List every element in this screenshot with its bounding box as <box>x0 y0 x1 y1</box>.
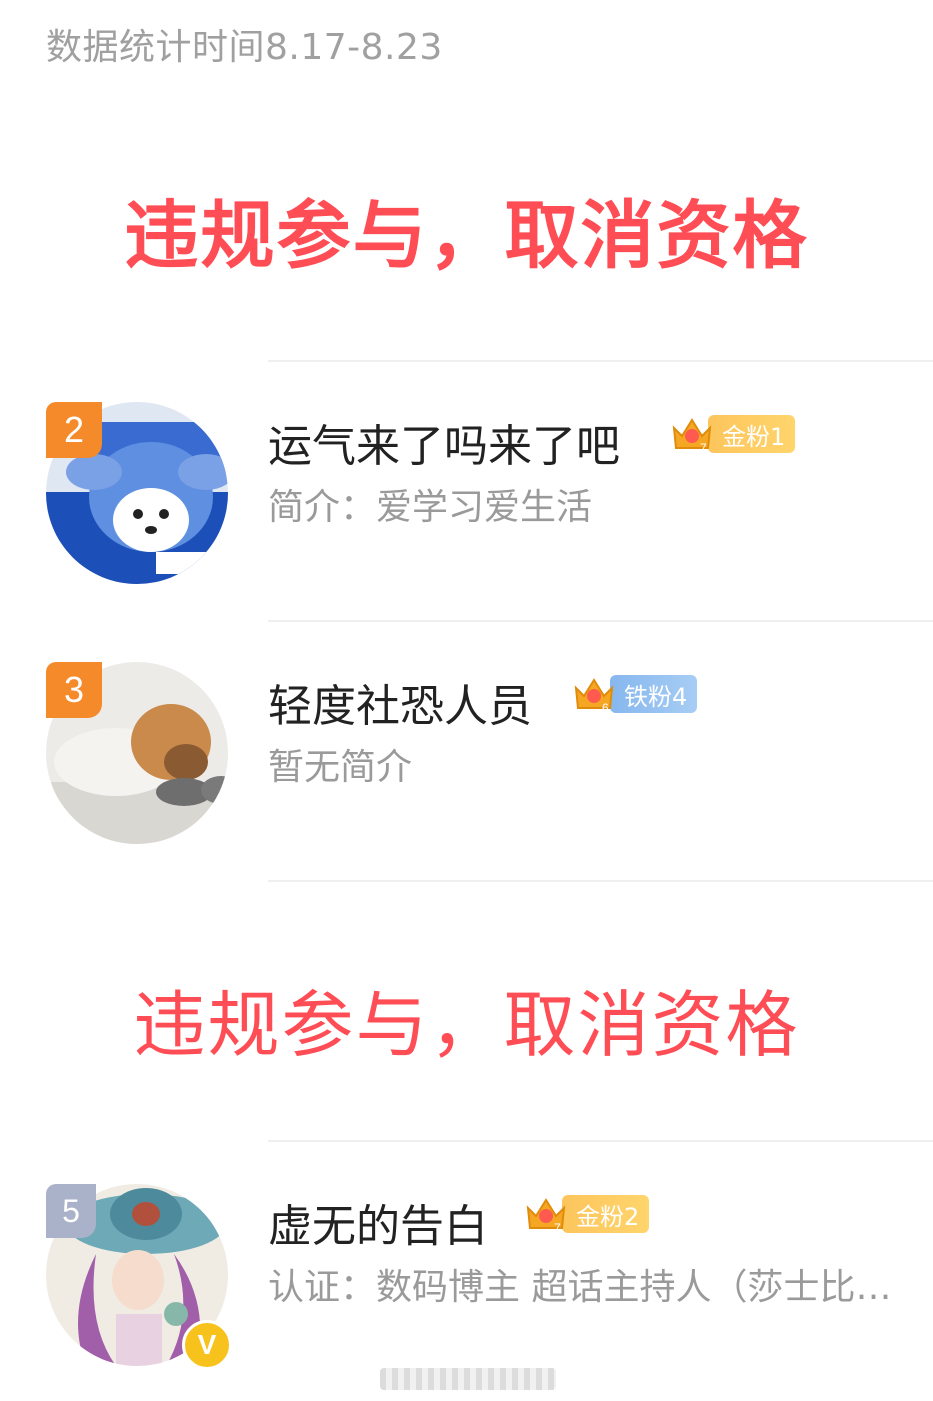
fan-badge[interactable]: 6 铁粉4 <box>572 674 698 715</box>
divider <box>268 620 933 622</box>
user-name[interactable]: 轻度社恐人员 <box>268 670 532 734</box>
svg-text:7: 7 <box>700 441 707 455</box>
fan-badge-label: 金粉2 <box>562 1195 650 1233</box>
divider <box>268 880 933 882</box>
user-intro: 简介：爱学习爱生活 <box>268 487 593 528</box>
verified-icon: V <box>182 1320 232 1370</box>
svg-text:6: 6 <box>602 701 609 715</box>
avatar[interactable]: 5 V <box>46 1184 232 1370</box>
avatar[interactable]: 2 <box>46 402 228 584</box>
svg-text:7: 7 <box>554 1221 561 1235</box>
rank-badge: 2 <box>46 402 102 458</box>
user-name[interactable]: 运气来了吗来了吧 <box>268 410 620 474</box>
rank-badge: 5 <box>46 1184 96 1238</box>
user-intro: 暂无简介 <box>268 747 413 788</box>
list-item[interactable]: 3 轻度社恐人员 6 铁粉4 暂无简介 <box>0 662 933 862</box>
user-name[interactable]: 虚无的告白 <box>268 1190 488 1254</box>
disqualified-banner: 违规参与，取消资格 <box>124 193 809 279</box>
divider <box>268 360 933 362</box>
disqualified-banner: 违规参与，取消资格 <box>133 983 800 1067</box>
fan-badge-label: 金粉1 <box>708 415 796 453</box>
crown-icon: 6 <box>574 678 614 715</box>
list-item[interactable]: 5 V 虚无的告白 7 金粉2 认证：数码博主 超话主持人（莎士比… <box>0 1184 933 1384</box>
date-range-label: 数据统计时间8.17-8.23 <box>46 27 443 68</box>
fan-badge-label: 铁粉4 <box>610 675 698 713</box>
rank-badge: 3 <box>46 662 102 718</box>
crown-icon: 7 <box>672 418 712 455</box>
divider <box>268 1140 933 1142</box>
scrollbar[interactable] <box>380 1368 556 1390</box>
user-intro: 认证：数码博主 超话主持人（莎士比… <box>268 1267 892 1308</box>
fan-badge[interactable]: 7 金粉2 <box>524 1194 650 1235</box>
crown-icon: 7 <box>526 1198 566 1235</box>
list-item[interactable]: 2 运气来了吗来了吧 7 金粉1 简介：爱学习爱生活 <box>0 402 933 602</box>
fan-badge[interactable]: 7 金粉1 <box>670 414 796 455</box>
avatar[interactable]: 3 <box>46 662 228 844</box>
